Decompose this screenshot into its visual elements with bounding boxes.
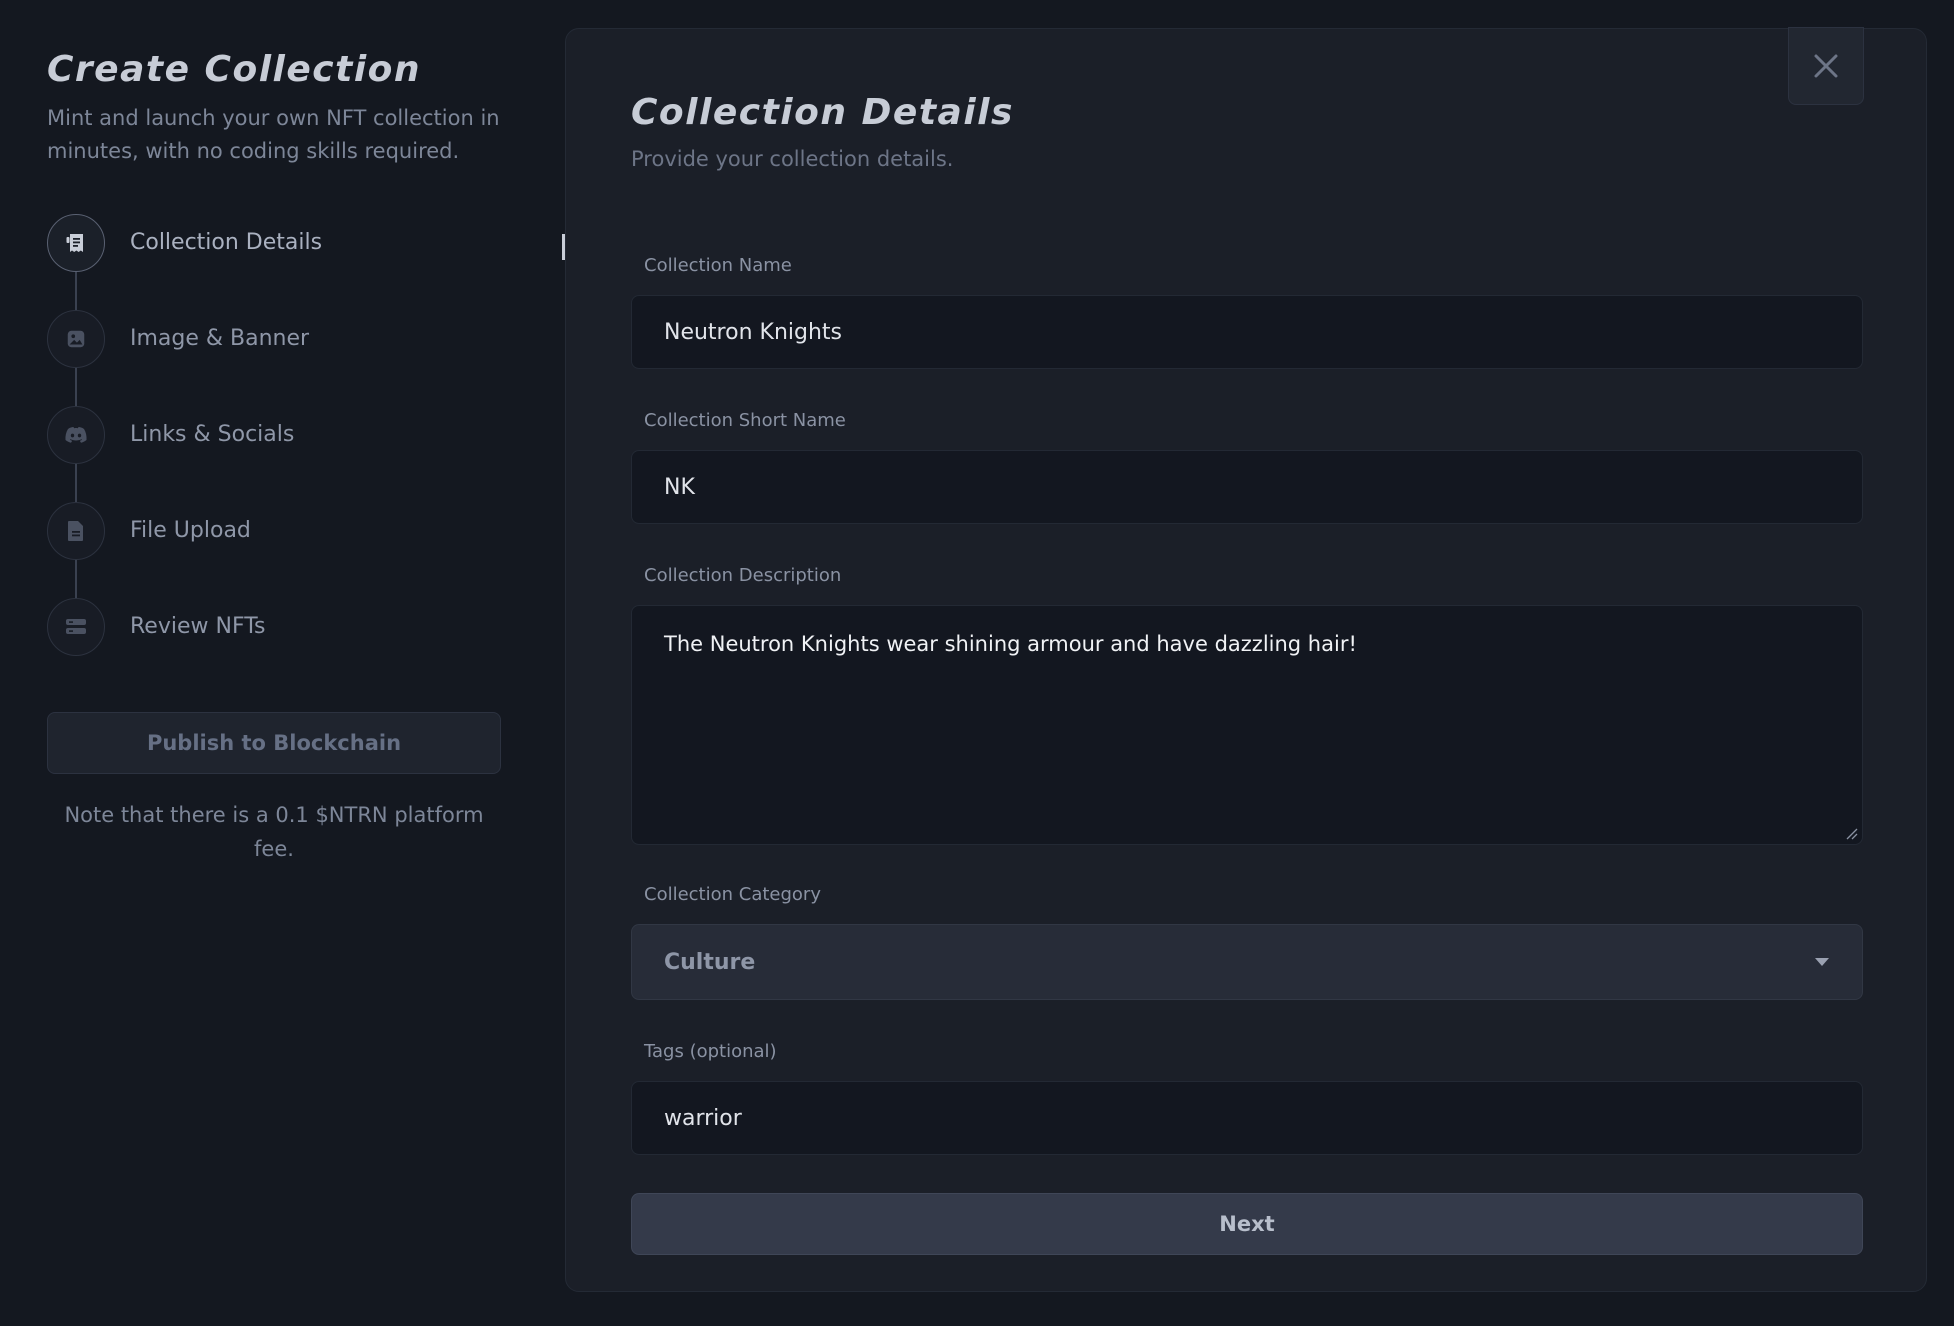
step-file-upload[interactable]: File Upload [47,502,540,598]
step-image-banner[interactable]: Image & Banner [47,310,540,406]
field-label: Collection Name [644,255,792,276]
collection-name-field: Collection Name Neutron Knights [631,255,1863,369]
collection-description-field: Collection Description The Neutron Knigh… [631,565,1863,845]
step-connector [75,368,77,406]
tags-field: Tags (optional) warrior [631,1041,1863,1155]
sidebar: Create Collection Mint and launch your o… [0,0,540,1326]
field-label: Collection Category [644,884,821,905]
collection-category-select[interactable]: Culture [631,924,1863,1000]
collection-category-field: Collection Category Culture [631,884,1863,1000]
resize-handle-icon[interactable] [1844,826,1858,840]
step-list: Collection Details Image & Banner Links … [47,214,540,694]
selected-category: Culture [664,949,756,975]
step-label: File Upload [130,518,251,543]
collection-short-name-field: Collection Short Name NK [631,410,1863,524]
discord-icon [47,406,105,464]
field-label: Collection Short Name [644,410,846,431]
step-links-socials[interactable]: Links & Socials [47,406,540,502]
field-label: Tags (optional) [644,1041,777,1062]
description-text: The Neutron Knights wear shining armour … [664,632,1357,656]
next-button[interactable]: Next [631,1193,1863,1255]
step-label: Image & Banner [130,326,310,351]
file-icon [47,502,105,560]
publish-button[interactable]: Publish to Blockchain [47,712,501,774]
close-icon [1814,54,1838,78]
step-connector [75,464,77,502]
collection-details-panel: Collection Details Provide your collecti… [565,27,1927,1292]
step-connector [75,272,77,310]
panel-subtitle: Provide your collection details. [631,147,954,171]
receipt-icon [47,214,105,272]
panel-title: Collection Details [631,92,1014,133]
step-connector [75,560,77,598]
collection-description-textarea[interactable]: The Neutron Knights wear shining armour … [631,605,1863,845]
collection-name-input[interactable]: Neutron Knights [631,295,1863,369]
image-icon [47,310,105,368]
field-label: Collection Description [644,565,842,586]
step-collection-details[interactable]: Collection Details [47,214,540,310]
sidebar-subtitle: Mint and launch your own NFT collection … [47,106,500,163]
server-icon [47,598,105,656]
step-label: Collection Details [130,230,323,255]
form: Collection Details Provide your collecti… [631,91,1863,1255]
step-label: Review NFTs [130,614,266,639]
step-label: Links & Socials [130,422,295,447]
collection-short-name-input[interactable]: NK [631,450,1863,524]
fee-note: Note that there is a 0.1 $NTRN platform … [64,803,484,861]
step-review-nfts[interactable]: Review NFTs [47,598,540,694]
sidebar-title: Create Collection [47,49,422,90]
chevron-down-icon [1815,958,1829,966]
tags-input[interactable]: warrior [631,1081,1863,1155]
